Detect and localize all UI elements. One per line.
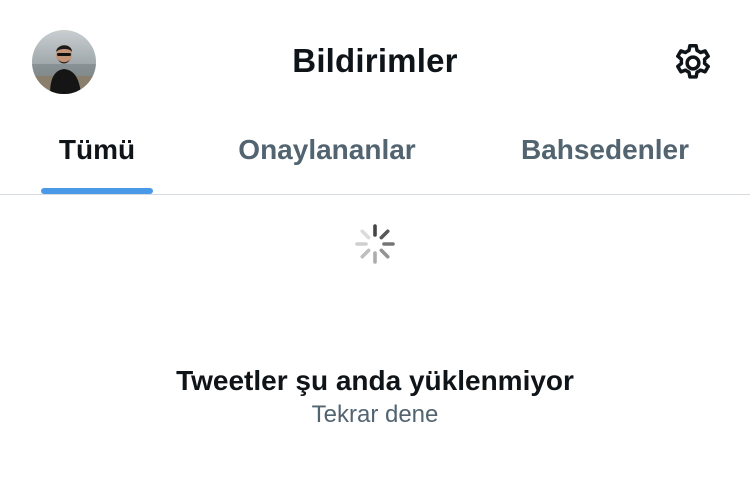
spinner-icon: [353, 222, 397, 266]
tab-verified[interactable]: Onaylananlar: [222, 120, 432, 194]
error-message: Tweetler şu anda yüklenmiyor: [176, 365, 574, 396]
page-title: Bildirimler: [292, 42, 458, 79]
settings-button[interactable]: [670, 40, 716, 86]
gear-icon: [676, 44, 710, 79]
tab-mentions[interactable]: Bahsedenler: [500, 120, 710, 194]
notification-tabs: Tümü Onaylananlar Bahsedenler: [0, 120, 750, 195]
tab-mentions-label: Bahsedenler: [520, 134, 690, 165]
tab-all[interactable]: Tümü: [40, 120, 154, 194]
active-tab-indicator: [41, 188, 153, 194]
top-bar: Bildirimler: [0, 0, 750, 120]
tab-all-label: Tümü: [58, 134, 136, 165]
retry-button[interactable]: Tekrar dene: [0, 401, 750, 429]
tab-verified-label: Onaylananlar: [238, 134, 416, 165]
